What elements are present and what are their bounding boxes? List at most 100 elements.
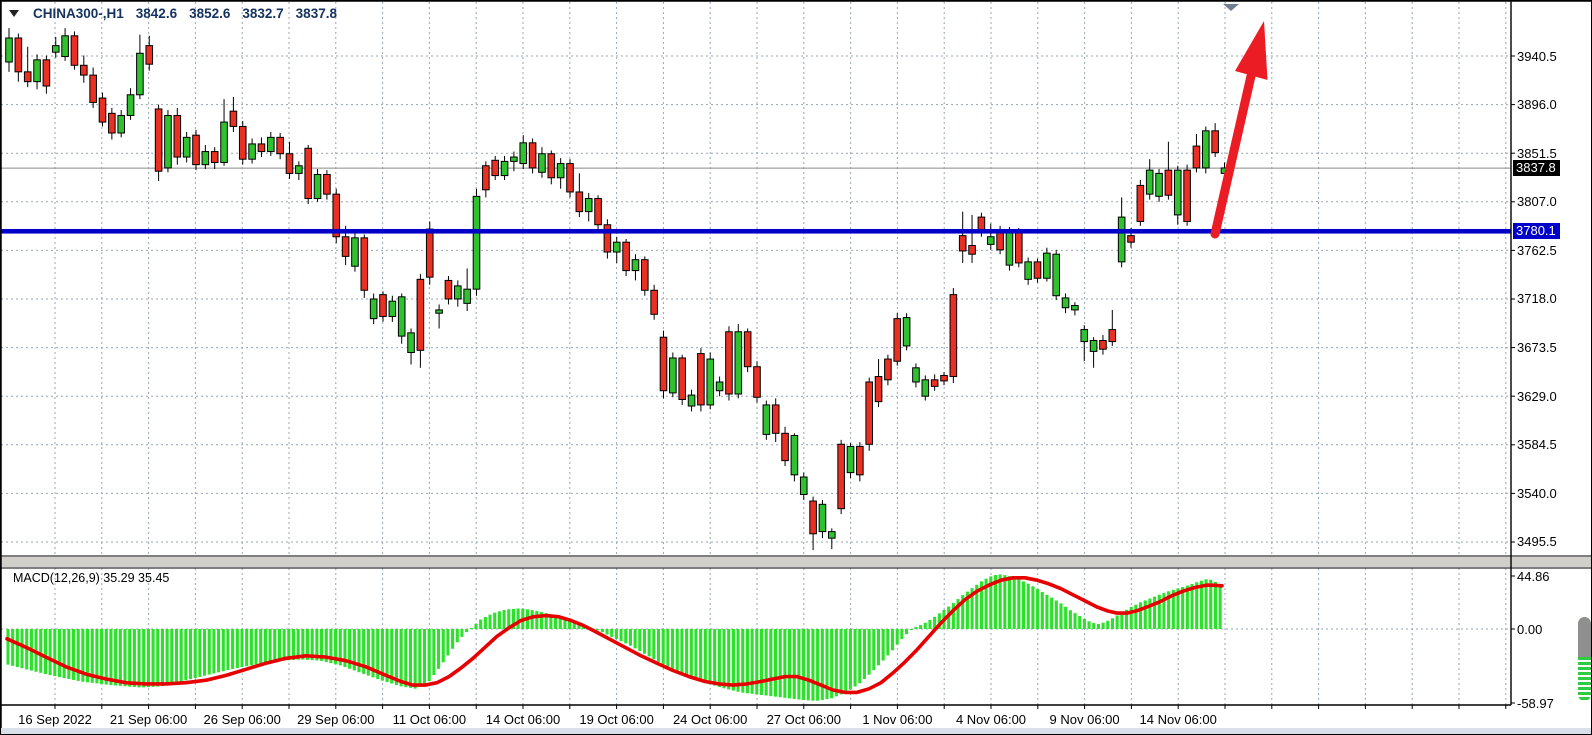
scrollbar[interactable] [1578, 617, 1591, 701]
candle-body [726, 332, 733, 394]
macd-histogram-bar [488, 615, 491, 629]
macd-histogram-bar [194, 629, 197, 678]
candle-body [109, 113, 116, 133]
candle-body [763, 405, 770, 434]
macd-histogram-bar [1031, 586, 1034, 629]
macd-histogram-bar [1153, 597, 1156, 629]
candle-body [43, 60, 50, 86]
support-line[interactable] [1, 229, 1511, 234]
candle-body [62, 36, 69, 57]
macd-histogram-bar [203, 629, 206, 676]
macd-histogram-bar [432, 629, 435, 675]
macd-histogram-bar [409, 629, 412, 688]
macd-axis-label: 0.00 [1517, 622, 1542, 637]
macd-histogram-bar [283, 629, 286, 661]
candle-body [483, 166, 490, 190]
candle-body [707, 359, 714, 405]
candle-body [744, 332, 751, 367]
close-value: 3837.8 [296, 6, 337, 21]
macd-histogram-bar [854, 629, 857, 686]
macd-histogram-bar [924, 623, 927, 629]
macd-histogram-bar [1148, 599, 1151, 629]
macd-histogram-bar [180, 629, 183, 681]
macd-histogram-bar [1209, 580, 1212, 629]
macd-histogram-bar [479, 620, 482, 629]
pane-separator[interactable] [1, 557, 1592, 567]
candle-body [436, 310, 443, 313]
candle-body [847, 446, 854, 472]
macd-histogram-bar [254, 629, 257, 664]
macd-histogram-bar [779, 629, 782, 697]
macd-histogram-bar [390, 629, 393, 684]
price-axis-label: 3629.0 [1517, 389, 1557, 404]
candle-body [632, 260, 639, 271]
macd-histogram-bar [1073, 613, 1076, 629]
macd-axis-label: 44.86 [1517, 569, 1550, 584]
macd-histogram-bar [1111, 618, 1114, 629]
macd-histogram-bar [1064, 607, 1067, 629]
macd-histogram-bar [404, 629, 407, 687]
scrollbar-thumb[interactable] [1578, 617, 1591, 657]
macd-histogram-bar [882, 629, 885, 661]
macd-histogram-bar [264, 629, 267, 663]
macd-histogram-bar [58, 629, 61, 677]
candle-body [1118, 217, 1125, 262]
macd-histogram-bar [161, 629, 164, 686]
open-value: 3842.6 [136, 6, 177, 21]
macd-histogram-bar [839, 629, 842, 694]
macd-histogram-bar [105, 629, 108, 685]
macd-histogram-bar [1219, 585, 1222, 629]
candle-body [829, 532, 836, 539]
macd-histogram-bar [128, 629, 131, 687]
candle-body [819, 504, 826, 531]
macd-histogram-bar [605, 629, 608, 635]
candle-body [174, 116, 181, 157]
candle-body [557, 164, 564, 178]
macd-histogram-bar [835, 629, 838, 696]
candle-body [623, 242, 630, 270]
macd-histogram-bar [498, 611, 501, 629]
macd-histogram-bar [198, 629, 201, 677]
macd-histogram-bar [816, 629, 819, 701]
candle-body [511, 157, 518, 161]
macd-histogram-bar [292, 629, 295, 660]
candle-body [931, 380, 938, 387]
candle-body [913, 368, 920, 382]
macd-histogram-bar [137, 629, 140, 687]
macd-histogram-bar [685, 629, 688, 675]
candle-body [660, 337, 667, 391]
macd-histogram-bar [652, 629, 655, 659]
macd-histogram-bar [1190, 584, 1193, 629]
macd-histogram-bar [1088, 621, 1091, 629]
candle-body [1128, 236, 1135, 243]
candle-body [1174, 170, 1181, 215]
macd-histogram-bar [240, 629, 243, 667]
macd-histogram-bar [474, 624, 477, 629]
candle-body [15, 38, 22, 72]
macd-histogram-bar [868, 629, 871, 675]
macd-histogram-bar [596, 629, 599, 630]
macd-histogram-bar [662, 629, 665, 664]
macd-histogram-bar [212, 629, 215, 673]
macd-histogram-bar [395, 629, 398, 685]
macd-histogram-bar [1003, 575, 1006, 629]
macd-histogram-bar [680, 629, 683, 673]
candle-body [539, 154, 546, 173]
price-axis-label: 3807.0 [1517, 194, 1557, 209]
macd-histogram-bar [1013, 578, 1016, 629]
macd-histogram-bar [708, 629, 711, 684]
chart-canvas[interactable] [1, 1, 1592, 735]
candle-body [688, 395, 695, 406]
macd-histogram-bar [732, 629, 735, 691]
macd-histogram-bar [123, 629, 126, 686]
macd-histogram-bar [184, 629, 187, 680]
chevron-down-icon[interactable] [9, 10, 19, 17]
candle-body [1090, 340, 1097, 351]
macd-histogram-bar [147, 629, 150, 687]
macd-histogram-bar [451, 629, 454, 649]
macd-histogram-bar [67, 629, 70, 679]
macd-histogram-bar [629, 629, 632, 646]
macd-histogram-bar [208, 629, 211, 675]
macd-histogram-bar [727, 629, 730, 689]
macd-histogram-bar [53, 629, 56, 676]
